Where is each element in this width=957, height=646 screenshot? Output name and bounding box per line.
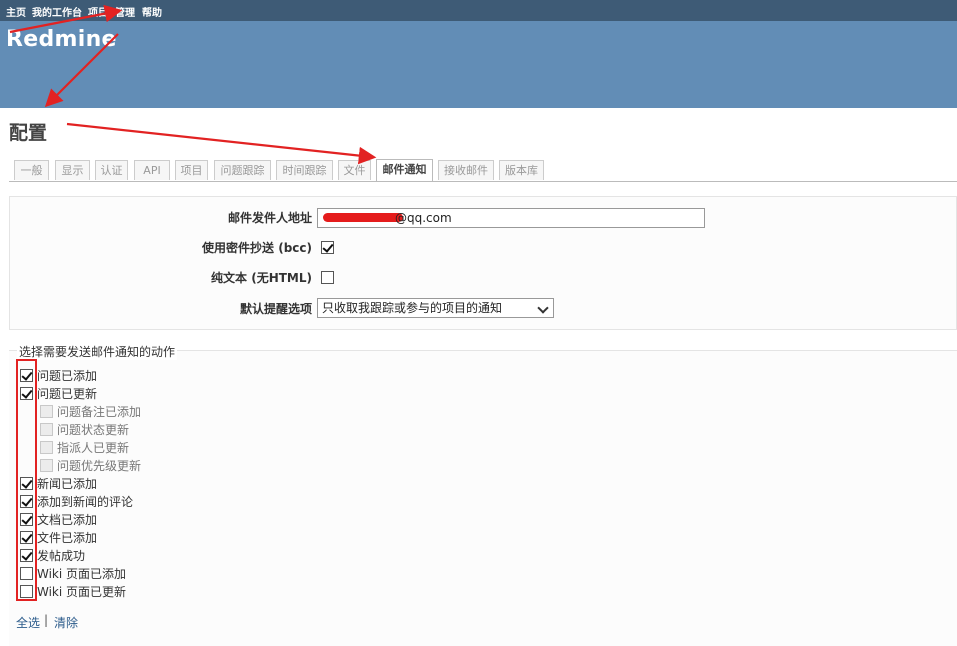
tab-repositories[interactable]: 版本库	[499, 160, 544, 180]
action-checkbox-issue-status-updated[interactable]	[40, 423, 53, 436]
logo: Redmine	[6, 27, 117, 52]
notification-actions-fieldset	[9, 350, 957, 646]
top-menu-help[interactable]: 帮助	[142, 4, 162, 19]
top-menu-home[interactable]: 主页	[6, 4, 26, 19]
annotation-highlight-box	[16, 359, 37, 601]
action-label-issue-assignee-updated: 指派人已更新	[57, 441, 130, 455]
action-label-document-added: 文档已添加	[37, 513, 98, 527]
tab-projects[interactable]: 项目	[175, 160, 208, 180]
tab-incoming-emails[interactable]: 接收邮件	[438, 160, 494, 180]
tab-time-tracking[interactable]: 时间跟踪	[276, 160, 333, 180]
tab-api[interactable]: API	[134, 160, 170, 180]
top-menu: 主页 我的工作台 项目 管理 帮助	[0, 0, 957, 21]
action-label-issue-status-updated: 问题状态更新	[57, 423, 130, 437]
tab-underline	[9, 181, 957, 182]
plain-text-checkbox[interactable]	[321, 271, 334, 284]
email-settings-box: 邮件发件人地址 @qq.com 使用密件抄送 (bcc) 纯文本 (无HTML)…	[9, 196, 957, 330]
select-all-link[interactable]: 全选	[16, 614, 40, 631]
page-title: 配置	[9, 122, 48, 144]
action-checkbox-issue-priority-updated[interactable]	[40, 459, 53, 472]
action-label-wiki-page-added: Wiki 页面已添加	[37, 567, 127, 581]
mail-from-input[interactable]: @qq.com	[317, 208, 705, 228]
header: Redmine	[0, 21, 957, 108]
tab-general[interactable]: 一般	[14, 160, 49, 180]
action-label-message-posted: 发帖成功	[37, 549, 86, 563]
action-label-issue-updated: 问题已更新	[37, 387, 98, 401]
mail-from-value: @qq.com	[395, 211, 452, 225]
default-notification-select[interactable]: 只收取我跟踪或参与的项目的通知	[317, 298, 554, 318]
tab-display[interactable]: 显示	[55, 160, 90, 180]
notification-actions-legend: 选择需要发送邮件通知的动作	[17, 343, 178, 360]
redaction-mark	[323, 213, 403, 222]
link-separator: |	[44, 613, 49, 627]
default-notification-value: 只收取我跟踪或参与的项目的通知	[322, 301, 503, 315]
action-label-issue-priority-updated: 问题优先级更新	[57, 459, 142, 473]
clear-link[interactable]: 清除	[54, 614, 78, 631]
action-label-news-added: 新闻已添加	[37, 477, 98, 491]
tab-issue-tracking[interactable]: 问题跟踪	[214, 160, 271, 180]
action-label-issue-added: 问题已添加	[37, 369, 98, 383]
top-menu-administration[interactable]: 管理	[115, 4, 135, 19]
tab-email-notifications[interactable]: 邮件通知	[376, 159, 433, 181]
mail-from-label: 邮件发件人地址	[227, 211, 312, 225]
bcc-label: 使用密件抄送 (bcc)	[202, 241, 312, 255]
tab-authentication[interactable]: 认证	[95, 160, 128, 180]
arrow-to-email-tab	[66, 122, 377, 165]
action-checkbox-issue-note-added[interactable]	[40, 405, 53, 418]
action-label-file-added: 文件已添加	[37, 531, 98, 545]
action-checkbox-issue-assignee-updated[interactable]	[40, 441, 53, 454]
action-label-wiki-page-updated: Wiki 页面已更新	[37, 585, 127, 599]
action-label-issue-note-added: 问题备注已添加	[57, 405, 142, 419]
top-menu-my-page[interactable]: 我的工作台	[32, 4, 82, 19]
plain-text-label: 纯文本 (无HTML)	[211, 271, 312, 285]
chevron-down-icon	[537, 302, 549, 314]
top-menu-projects[interactable]: 项目	[88, 4, 108, 19]
action-label-news-comment-added: 添加到新闻的评论	[37, 495, 134, 509]
default-notification-label: 默认提醒选项	[239, 302, 312, 316]
bcc-checkbox[interactable]	[321, 241, 334, 254]
tab-files[interactable]: 文件	[338, 160, 371, 180]
